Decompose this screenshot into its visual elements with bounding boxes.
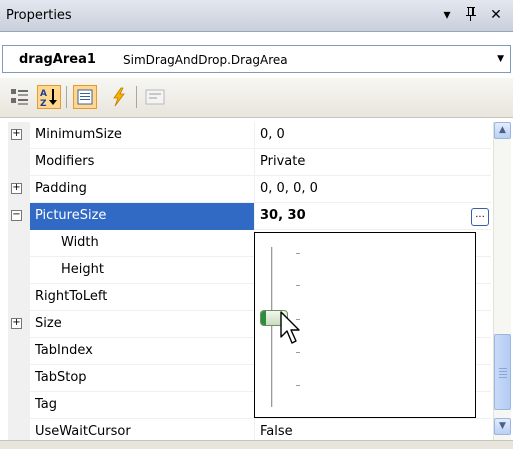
pin-icon[interactable] [462,6,480,24]
property-name: PictureSize [35,208,107,223]
svg-text:Z: Z [40,99,47,108]
expand-icon[interactable]: + [11,129,22,140]
properties-button[interactable] [73,85,97,109]
close-icon[interactable]: ✕ [487,6,505,24]
scrollbar-thumb[interactable] [494,334,511,410]
object-selector[interactable]: dragArea1 SimDragAndDrop.DragArea ▼ [0,45,513,73]
properties-titlebar: Properties ▾ ✕ [0,0,513,32]
scroll-down-button[interactable]: ▼ [494,418,511,435]
categorized-icon [11,89,28,105]
property-name: Padding [35,181,87,196]
description-pane-border [0,440,513,449]
property-name: RightToLeft [35,289,108,304]
property-pages-button [143,85,167,109]
properties-icon [77,89,93,105]
collapse-icon[interactable]: − [11,210,22,221]
picturesize-slider-editor[interactable] [254,232,476,418]
object-type: SimDragAndDrop.DragArea [123,53,288,67]
object-selector-combo[interactable]: dragArea1 SimDragAndDrop.DragArea ▼ [2,45,511,73]
slider-tick [296,253,300,254]
property-name: Modifiers [35,154,95,169]
expand-icon[interactable]: + [11,318,22,329]
slider-track[interactable] [271,247,274,407]
vertical-scrollbar[interactable]: ▲ ▼ [493,122,511,440]
scroll-up-button[interactable]: ▲ [494,122,511,139]
property-name: MinimumSize [35,127,122,142]
property-name: Height [61,262,104,277]
property-name: TabStop [35,370,87,385]
alphabetical-icon: A Z [40,89,57,109]
object-name: dragArea1 [19,52,96,67]
property-value[interactable]: False [260,424,293,439]
chevron-down-icon[interactable]: ▼ [497,54,504,64]
property-name: Width [61,235,99,250]
property-row-minimumsize[interactable]: + MinimumSize 0, 0 [8,122,491,149]
property-name: UseWaitCursor [35,424,131,439]
property-row-picturesize[interactable]: − PictureSize 30, 30 ... [8,203,491,230]
property-name: Size [35,316,62,331]
property-row-modifiers[interactable]: Modifiers Private [8,149,491,176]
window-position-dropdown-icon[interactable]: ▾ [438,6,456,24]
slider-tick [296,352,300,353]
events-icon [113,87,125,107]
property-row-usewaitcursor[interactable]: UseWaitCursor False [8,419,491,440]
mouse-cursor-icon [280,311,300,344]
toolbar-separator [136,86,137,108]
window-title: Properties [6,8,72,23]
property-value[interactable]: 0, 0 [260,127,285,142]
expand-icon[interactable]: + [11,183,22,194]
toolbar-separator [66,86,67,108]
property-value[interactable]: 0, 0, 0, 0 [260,181,318,196]
property-row-padding[interactable]: + Padding 0, 0, 0, 0 [8,176,491,203]
property-value[interactable]: Private [260,154,305,169]
alphabetical-button[interactable]: A Z [37,85,61,109]
svg-text:A: A [40,89,47,99]
ellipsis-button[interactable]: ... [471,208,489,226]
property-name: TabIndex [35,343,93,358]
property-pages-icon [145,89,165,105]
property-value[interactable]: 30, 30 [260,208,306,223]
slider-tick [296,285,300,286]
events-button[interactable] [107,85,131,109]
property-name: Tag [35,397,58,412]
properties-toolbar: A Z [0,78,513,118]
slider-tick [296,385,300,386]
categorized-button[interactable] [8,85,32,109]
